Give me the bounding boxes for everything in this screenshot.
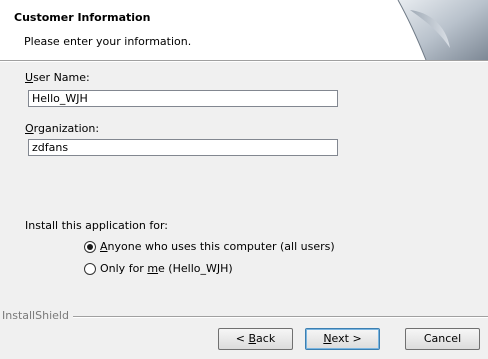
radio-option-all-users[interactable]: Anyone who uses this computer (all users… bbox=[84, 240, 335, 253]
radio-button-all-users[interactable] bbox=[84, 240, 96, 253]
user-name-field[interactable]: Hello_WJH bbox=[28, 90, 338, 107]
page-title: Customer Information bbox=[14, 11, 151, 24]
installshield-brand: InstallShield bbox=[2, 309, 73, 322]
organization-field[interactable]: zdfans bbox=[28, 139, 338, 156]
radio-option-only-me[interactable]: Only for me (Hello_WJH) bbox=[84, 262, 233, 275]
organization-label: Organization: bbox=[25, 122, 100, 135]
radio-label-all-users: Anyone who uses this computer (all users… bbox=[100, 240, 335, 253]
next-button[interactable]: Next > bbox=[305, 328, 380, 350]
page-curl-graphic bbox=[397, 0, 488, 60]
cancel-button[interactable]: Cancel bbox=[405, 328, 480, 350]
install-for-label: Install this application for: bbox=[25, 219, 168, 232]
radio-button-only-me[interactable] bbox=[84, 262, 96, 275]
back-button[interactable]: < Back bbox=[218, 328, 293, 350]
page-subtitle: Please enter your information. bbox=[24, 35, 192, 48]
footer-divider bbox=[63, 316, 488, 318]
user-name-label: User Name: bbox=[25, 71, 90, 84]
radio-label-only-me: Only for me (Hello_WJH) bbox=[100, 262, 233, 275]
header-banner: Customer Information Please enter your i… bbox=[0, 0, 488, 61]
